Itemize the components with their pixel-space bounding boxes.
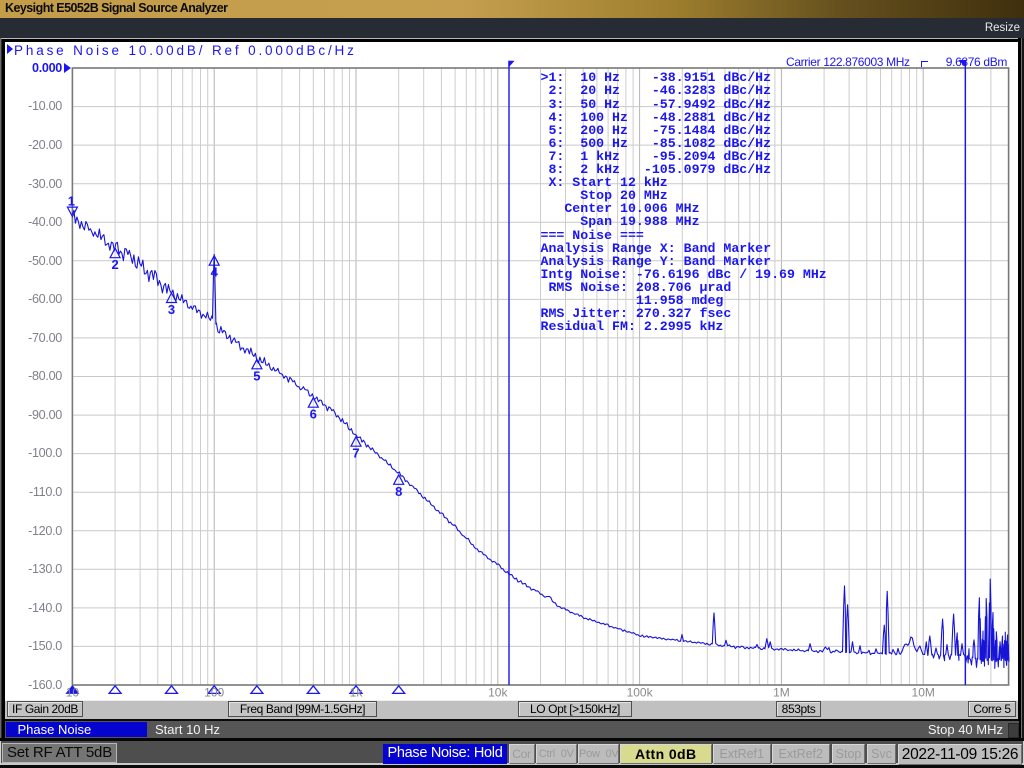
svg-text:5: 5 (253, 368, 260, 383)
svg-text:3: 3 (168, 302, 175, 317)
svg-text:100: 100 (204, 686, 224, 700)
svg-text:10M: 10M (912, 686, 935, 700)
svg-text:1: 1 (68, 194, 75, 209)
svg-text:8: 8 (395, 484, 402, 499)
svg-text:1k: 1k (350, 686, 364, 700)
svg-text:1M: 1M (773, 686, 790, 700)
svg-text:10k: 10k (488, 686, 508, 700)
svg-text:2: 2 (111, 257, 118, 272)
svg-text:7: 7 (352, 446, 359, 461)
svg-text:4: 4 (211, 265, 219, 280)
svg-text:100k: 100k (627, 686, 654, 700)
svg-text:10: 10 (66, 686, 80, 700)
svg-text:6: 6 (310, 407, 317, 422)
